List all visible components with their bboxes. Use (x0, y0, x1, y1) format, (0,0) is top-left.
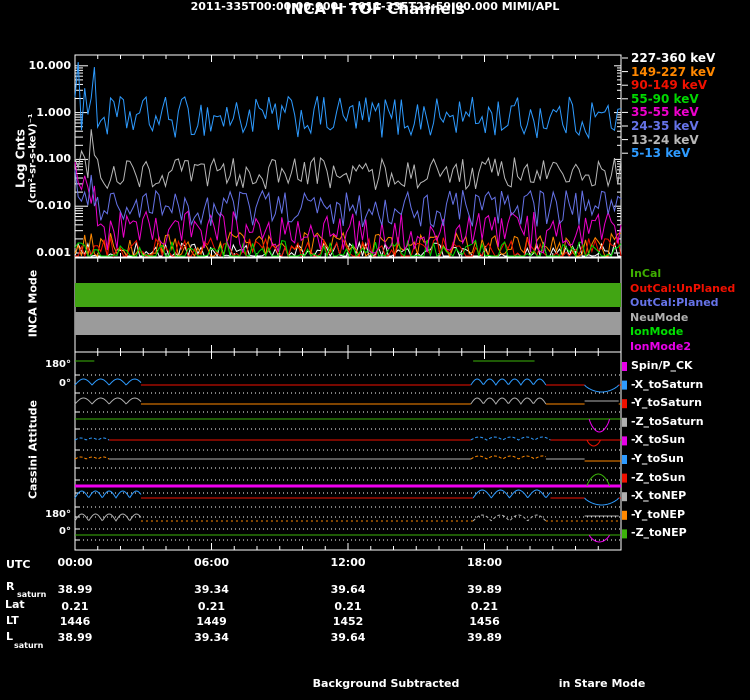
mode-legend-item: OutCal:UnPlaned (630, 281, 736, 295)
attitude-row-label: -X_toNEP (631, 489, 687, 503)
energy-legend-item: 149-227 keV (631, 64, 716, 79)
l-saturn-row-label: L (6, 630, 14, 643)
ephemeris-value: 38.99 (57, 583, 93, 596)
energy-legend-item: 35-55 keV (631, 105, 699, 120)
ephemeris-value: 1456 (469, 615, 500, 628)
ephemeris-value: 0.21 (334, 600, 362, 613)
attitude-row-label: Spin/P_CK (631, 359, 693, 372)
ephemeris-value: 39.89 (467, 583, 502, 596)
attitude-row-tick (622, 362, 627, 371)
ephemeris-value: 38.99 (57, 631, 93, 644)
l-saturn-subscript: saturn (14, 641, 44, 650)
ephemeris-value: 1449 (196, 615, 227, 628)
ephemeris-value: 39.89 (467, 631, 502, 644)
ephemeris-value: 1452 (332, 615, 364, 628)
mode-band (75, 312, 621, 335)
ytick-label: 10.000 (28, 58, 71, 72)
attitude-row-label: -Y_toSun (631, 452, 684, 465)
r-saturn-row-label: R (6, 580, 15, 593)
attitude-row-label: -Z_toSaturn (631, 414, 704, 428)
background-subtracted-caption: Background Subtracted (312, 677, 460, 690)
utc-tick-label: 00:00 (57, 556, 93, 569)
mode-band (75, 283, 621, 307)
lt-row-label: LT (6, 614, 19, 627)
attitude-row-label: -X_toSaturn (631, 377, 704, 391)
mode-legend-item: InCal (630, 267, 662, 280)
mode-legend-item: IonMode (630, 325, 684, 339)
deg-tick-label: 0° (59, 526, 71, 537)
subtitle: 2011-335T00:00:00.000 - 2011-335T23:59:0… (190, 0, 560, 13)
ephemeris-value: 39.34 (194, 583, 229, 596)
ytick-label: 0.010 (36, 199, 71, 213)
attitude-row-tick (622, 455, 627, 464)
attitude-row-label: -Y_toNEP (631, 507, 686, 521)
attitude-row-tick (622, 510, 627, 520)
attitude-row-label: -Y_toSaturn (631, 396, 702, 410)
ylabel-line1: Log Cnts (13, 129, 28, 188)
attitude-row-tick (622, 473, 627, 483)
utc-tick-label: 06:00 (193, 556, 229, 569)
attitude-row-tick (622, 492, 627, 502)
ephemeris-value: 1446 (59, 615, 91, 628)
mode-legend-item: OutCal:Planed (630, 296, 719, 310)
deg-tick-label: 180° (45, 359, 71, 370)
ytick-label: 1.000 (36, 105, 71, 119)
attitude-row-label: -Z_toSun (631, 470, 686, 484)
inca-mode-axis-label: INCA Mode (26, 269, 40, 338)
ephemeris-value: 0.21 (61, 600, 89, 613)
ephemeris-value: 39.34 (194, 631, 229, 644)
plot-page: INCA H TOF Channels 2011-335T00:00:00.00… (0, 0, 750, 700)
attitude-row-tick (622, 529, 627, 539)
ephemeris-value: 39.64 (330, 583, 366, 596)
attitude-row-tick (622, 380, 627, 390)
energy-legend-item: 24-35 keV (631, 119, 699, 133)
stare-mode-caption: in Stare Mode (558, 677, 646, 690)
attitude-row-label: -Z_toNEP (631, 526, 687, 540)
energy-legend-item: 227-360 keV (631, 51, 716, 65)
trace-5-13-keV (74, 62, 622, 140)
attitude-row-tick (622, 417, 627, 427)
utc-row-label: UTC (6, 558, 31, 571)
trace-13-24-keV (74, 129, 622, 191)
attitude-row-tick (622, 399, 627, 409)
attitude-row-label: -X_toSun (631, 433, 686, 447)
utc-tick-label: 18:00 (466, 556, 502, 569)
energy-legend-item: 55-90 keV (631, 91, 699, 106)
deg-tick-label: 0° (59, 378, 71, 389)
energy-legend-item: 13-24 keV (631, 132, 699, 147)
mode-legend-item: IonMode2 (630, 340, 691, 353)
utc-tick-label: 12:00 (330, 556, 366, 569)
lat-row-label: Lat (5, 598, 25, 611)
ephemeris-value: 39.64 (330, 631, 366, 644)
ytick-label: 0.100 (36, 152, 71, 166)
energy-legend-item: 5-13 keV (631, 146, 691, 161)
mode-legend-item: NeuMode (630, 310, 689, 324)
energy-legend-item: 90-149 keV (631, 78, 707, 93)
ytick-label: 0.001 (36, 246, 71, 259)
ephemeris-value: 0.21 (197, 600, 226, 613)
cassini-attitude-axis-label: Cassini Attitude (26, 399, 40, 500)
deg-tick-label: 180° (45, 509, 71, 520)
attitude-row-tick (622, 436, 627, 446)
ephemeris-value: 0.21 (470, 600, 499, 613)
